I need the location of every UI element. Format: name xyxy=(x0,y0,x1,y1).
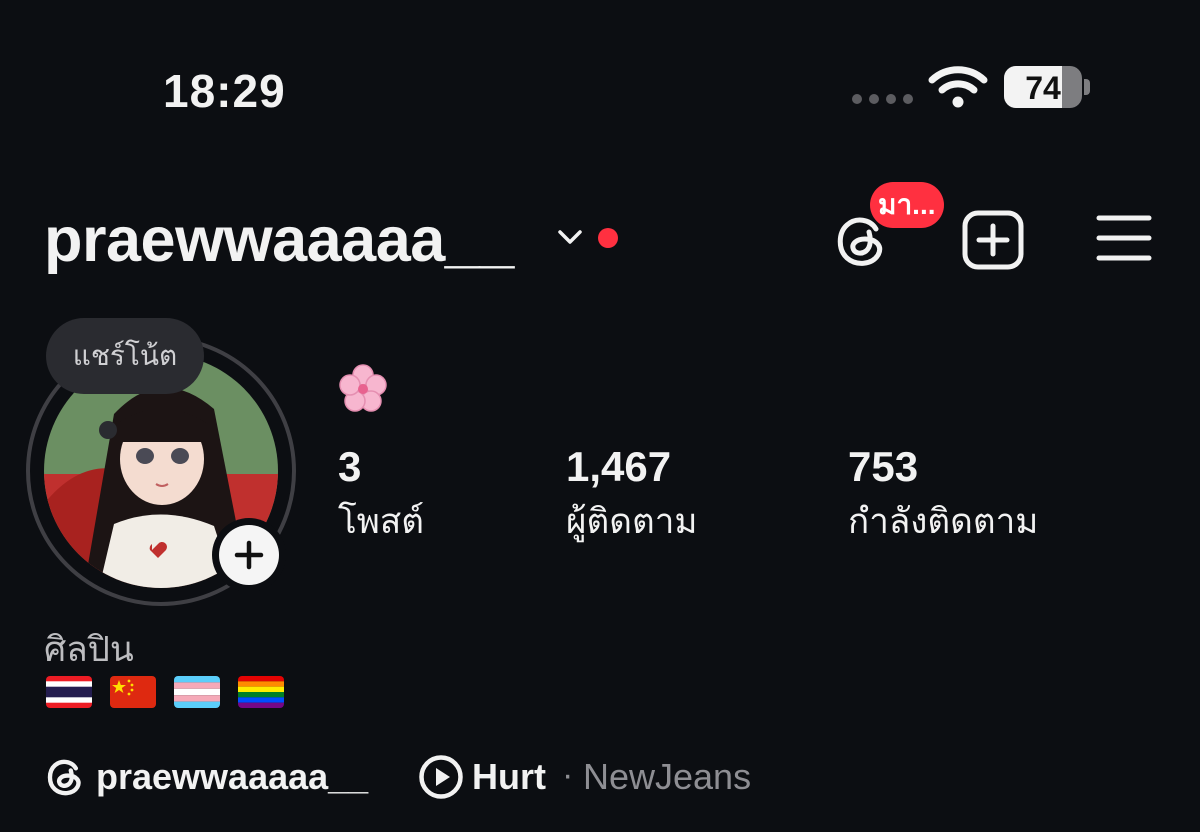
thailand-flag-icon xyxy=(46,676,92,708)
chevron-down-icon[interactable] xyxy=(557,228,583,246)
posts-count[interactable]: 3 xyxy=(338,443,361,491)
battery-percent: 74 xyxy=(1025,70,1061,106)
add-story-button[interactable] xyxy=(212,518,286,592)
notification-dot xyxy=(598,228,618,248)
followers-count[interactable]: 1,467 xyxy=(566,443,671,491)
share-note-bubble[interactable]: แชร์โน้ต xyxy=(46,318,204,394)
following-label[interactable]: กำลังติดตาม xyxy=(848,494,1038,549)
battery-icon: 74 xyxy=(1004,66,1082,108)
posts-label[interactable]: โพสต์ xyxy=(338,494,424,549)
followers-label[interactable]: ผู้ติดตาม xyxy=(566,494,697,549)
bio-flags xyxy=(46,676,284,708)
china-flag-icon xyxy=(110,676,156,708)
rainbow-flag-icon xyxy=(238,676,284,708)
song-title[interactable]: Hurt xyxy=(472,756,546,798)
hamburger-menu-icon[interactable] xyxy=(1096,214,1152,262)
transgender-flag-icon xyxy=(174,676,220,708)
cellular-signal-icon xyxy=(852,94,913,104)
wifi-icon xyxy=(928,66,988,108)
status-time: 18:29 xyxy=(163,65,286,117)
note-bubble-tail xyxy=(99,421,117,439)
battery-tip xyxy=(1084,79,1090,95)
profile-username[interactable]: praewwaaaaa__ xyxy=(44,204,514,276)
song-artist[interactable]: NewJeans xyxy=(583,756,751,798)
threads-icon[interactable] xyxy=(44,756,86,798)
following-count[interactable]: 753 xyxy=(848,443,918,491)
create-post-icon[interactable] xyxy=(962,210,1024,270)
plus-icon xyxy=(234,540,264,570)
threads-profile-link[interactable]: praewwaaaaa__ xyxy=(96,756,368,798)
profile-category: ศิลปิน xyxy=(44,630,134,669)
cherry-blossom-icon xyxy=(339,364,387,412)
play-circle-icon[interactable] xyxy=(418,754,464,800)
song-separator: · xyxy=(562,756,574,794)
threads-badge[interactable]: มา... xyxy=(870,182,944,228)
